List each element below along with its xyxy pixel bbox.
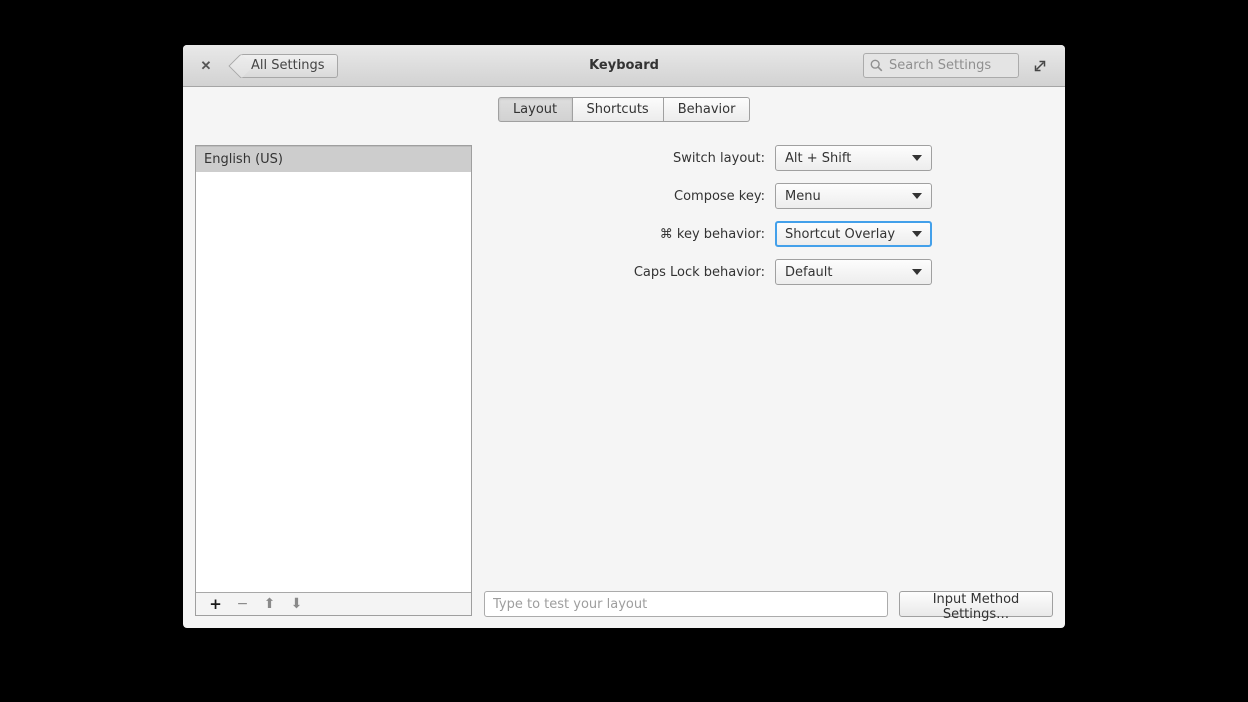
search-settings-box[interactable] <box>863 53 1019 78</box>
switch-layout-value: Alt + Shift <box>785 150 852 166</box>
switch-layout-dropdown[interactable]: Alt + Shift <box>775 145 932 171</box>
back-button-label: All Settings <box>251 57 325 73</box>
caps-lock-behavior-row: Caps Lock behavior: Default <box>485 259 932 285</box>
tab-layout[interactable]: Layout <box>497 97 573 122</box>
move-down-icon[interactable]: ⬇ <box>283 594 310 615</box>
switch-layout-label: Switch layout: <box>672 150 765 166</box>
layout-list-item[interactable]: English (US) <box>196 146 471 172</box>
tab-behavior[interactable]: Behavior <box>663 97 751 122</box>
compose-key-row: Compose key: Menu <box>485 183 932 209</box>
remove-layout-button[interactable]: − <box>229 594 256 615</box>
layout-list-toolbar: + − ⬆ ⬇ <box>196 592 471 615</box>
compose-key-dropdown[interactable]: Menu <box>775 183 932 209</box>
move-up-icon[interactable]: ⬆ <box>256 594 283 615</box>
layout-options-form: Switch layout: Alt + Shift Compose key: … <box>485 145 932 285</box>
search-input[interactable] <box>889 58 1012 73</box>
settings-window: ✕ All Settings Keyboard Layout Shortcuts… <box>183 45 1065 628</box>
headerbar: ✕ All Settings Keyboard <box>183 45 1065 87</box>
close-icon[interactable]: ✕ <box>195 55 217 77</box>
back-button-all-settings[interactable]: All Settings <box>240 53 338 78</box>
tab-bar: Layout Shortcuts Behavior <box>183 97 1065 122</box>
caps-lock-behavior-dropdown[interactable]: Default <box>775 259 932 285</box>
input-method-settings-button[interactable]: Input Method Settings… <box>899 591 1053 622</box>
caps-lock-behavior-value: Default <box>785 264 833 280</box>
cmd-key-behavior-label: ⌘ key behavior: <box>659 226 765 242</box>
chevron-down-icon <box>912 155 922 161</box>
switch-layout-row: Switch layout: Alt + Shift <box>485 145 932 171</box>
layout-list-frame: English (US) + − ⬆ ⬇ <box>195 145 472 616</box>
test-layout-input[interactable] <box>484 591 888 617</box>
caps-lock-behavior-label: Caps Lock behavior: <box>633 264 765 280</box>
diagonal-resize-icon <box>1034 60 1046 71</box>
cmd-key-behavior-value: Shortcut Overlay <box>785 226 896 242</box>
search-icon <box>870 59 883 72</box>
add-layout-button[interactable]: + <box>202 594 229 615</box>
compose-key-label: Compose key: <box>674 188 765 204</box>
chevron-down-icon <box>912 231 922 237</box>
cmd-key-behavior-row: ⌘ key behavior: Shortcut Overlay <box>485 221 932 247</box>
cmd-key-behavior-dropdown[interactable]: Shortcut Overlay <box>775 221 932 247</box>
maximize-icon[interactable] <box>1027 53 1053 79</box>
chevron-down-icon <box>912 269 922 275</box>
tab-shortcuts[interactable]: Shortcuts <box>572 97 664 122</box>
layout-list[interactable]: English (US) <box>196 146 471 592</box>
chevron-down-icon <box>912 193 922 199</box>
compose-key-value: Menu <box>785 188 821 204</box>
